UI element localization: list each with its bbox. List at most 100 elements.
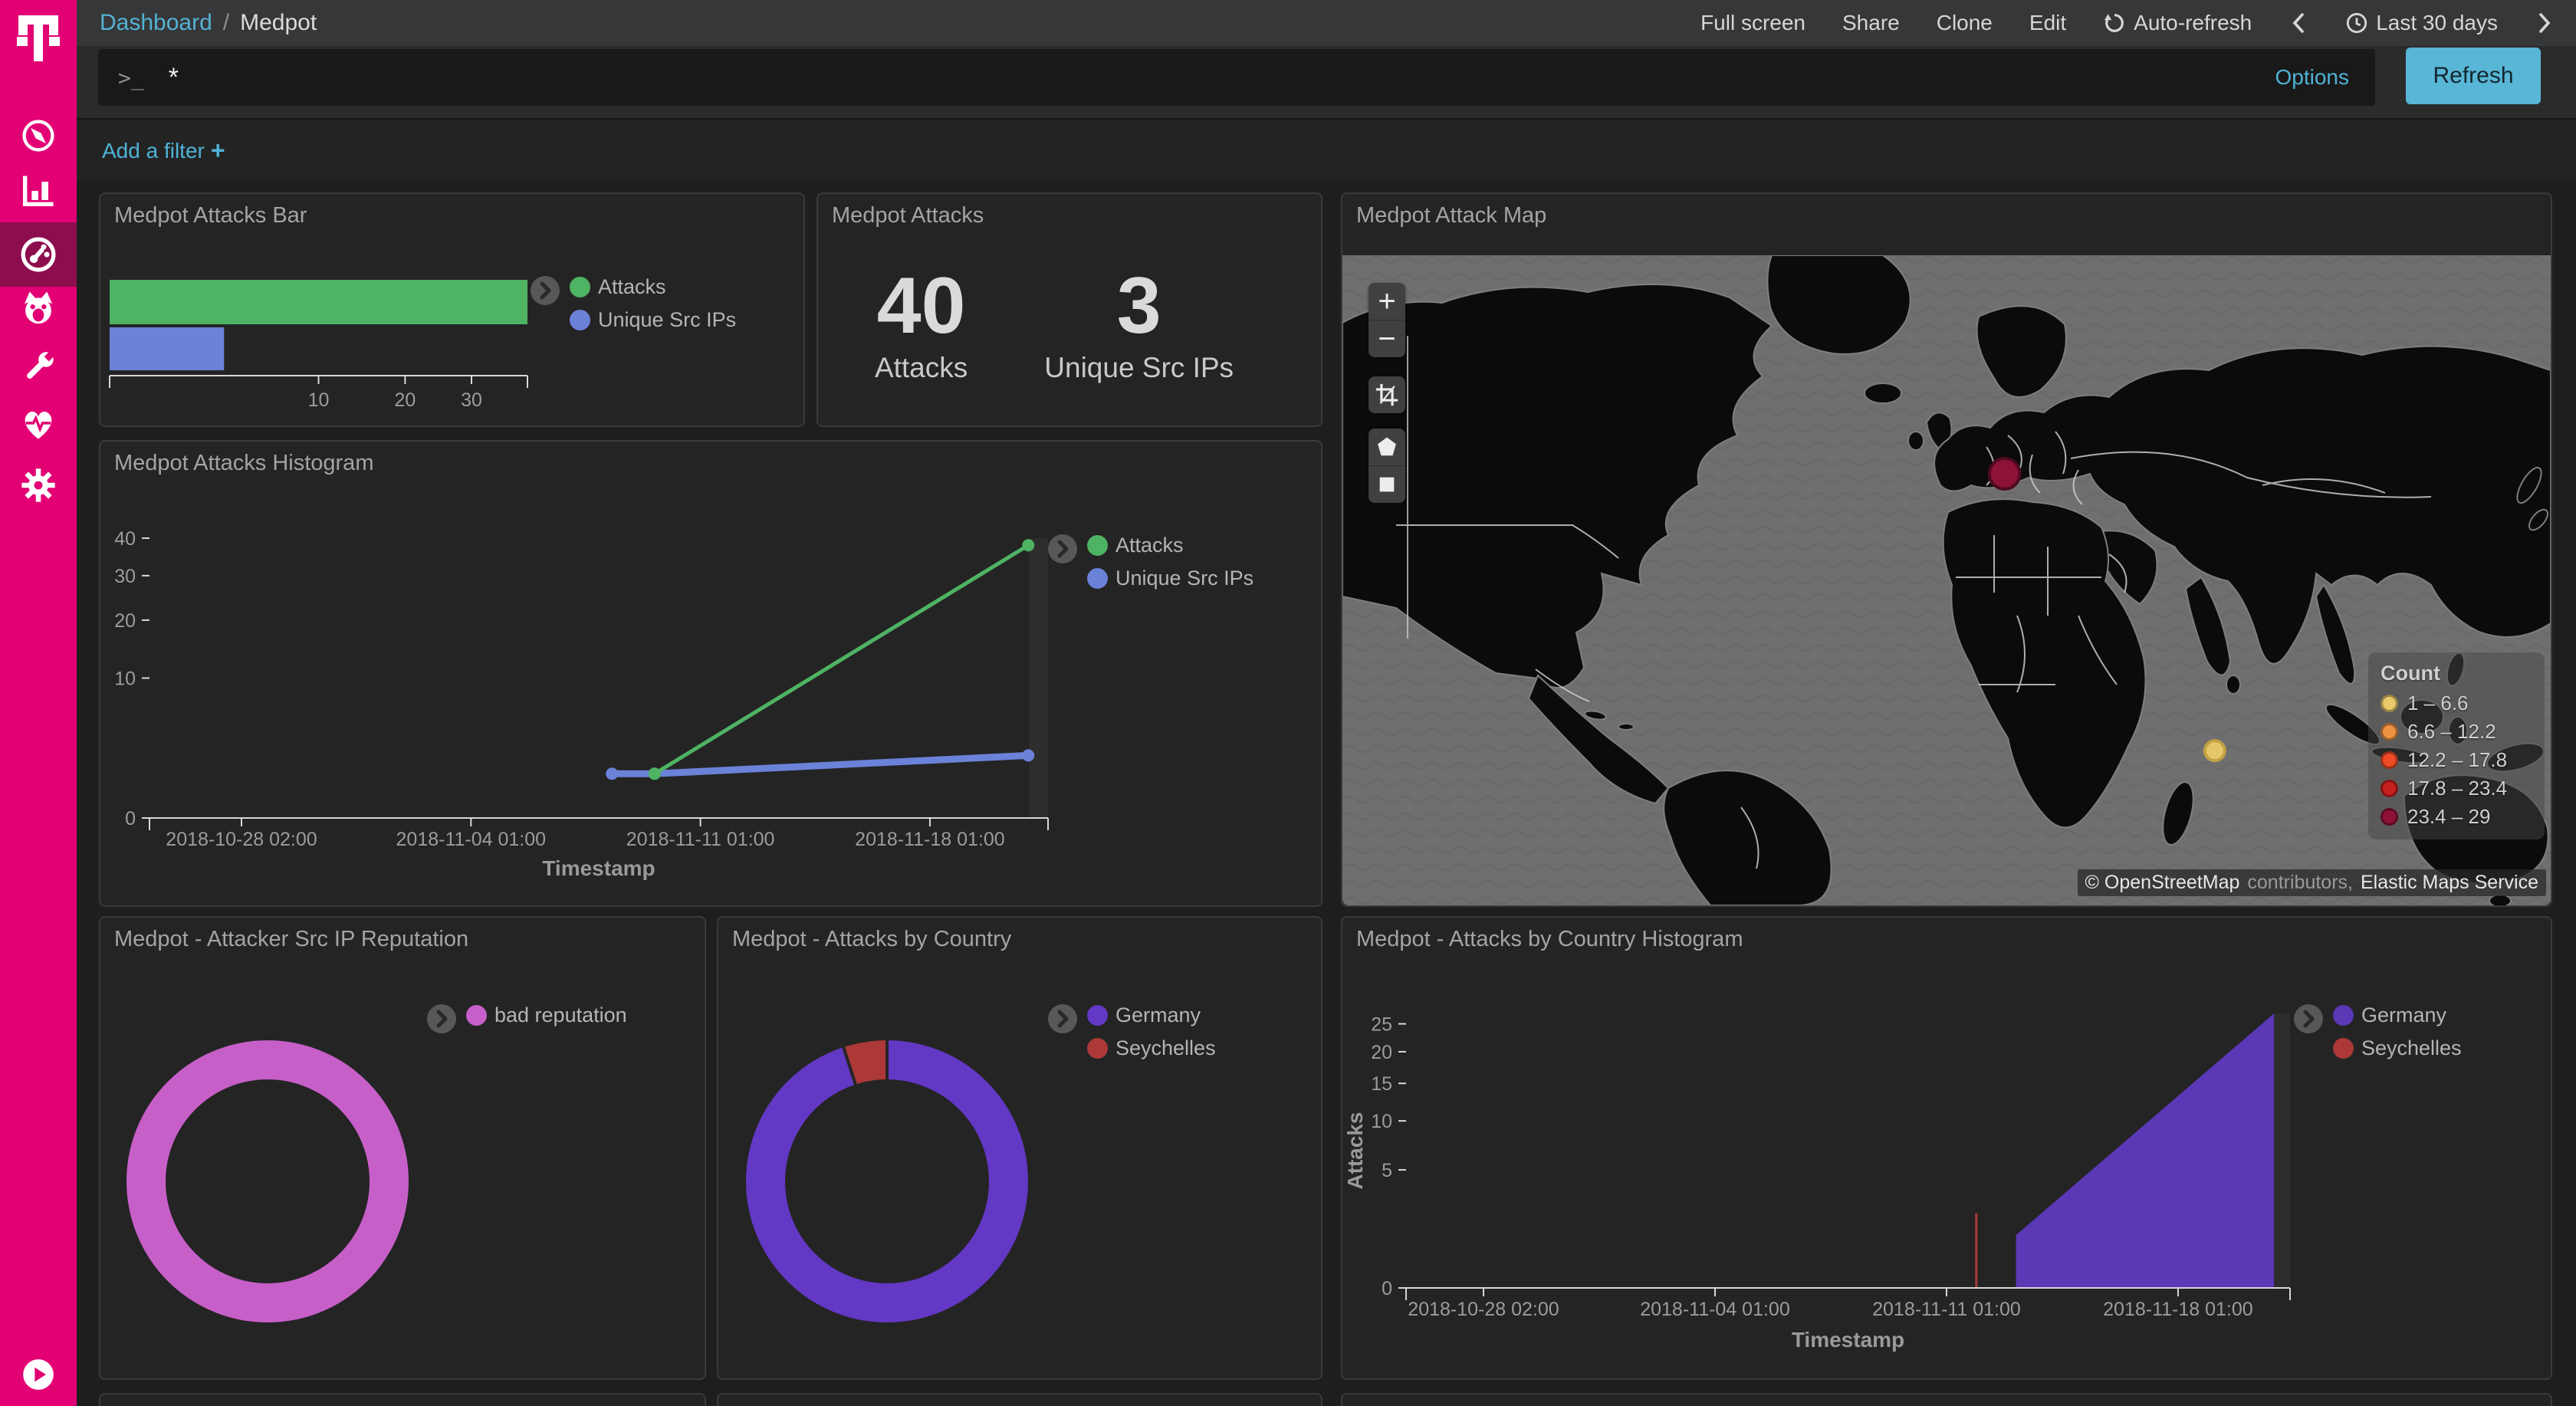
- area-series-Germany: [2016, 1013, 2274, 1288]
- y-tick-label: 0: [125, 808, 136, 829]
- legend-item-attacks[interactable]: Attacks: [570, 275, 736, 299]
- refresh-button[interactable]: Refresh: [2406, 48, 2541, 104]
- auto-refresh-button[interactable]: Auto-refresh: [2103, 11, 2252, 35]
- kibana-dashboard-app: Dashboard / Medpot Full screen Share Clo…: [0, 0, 2576, 1406]
- legend: Germany Seychelles: [1047, 1004, 1216, 1060]
- elastic-maps-service-link[interactable]: Elastic Maps Service: [2361, 872, 2538, 894]
- panel-attacks-metric: Medpot Attacks 40 Attacks 3 Unique Src I…: [816, 192, 1322, 427]
- range-dot: [2380, 780, 2398, 797]
- data-point: [1022, 749, 1034, 761]
- top-nav-bar: Dashboard / Medpot Full screen Share Clo…: [77, 0, 2576, 46]
- legend-toggle-icon[interactable]: [1047, 1004, 1078, 1034]
- legend-item-germany[interactable]: Germany: [2333, 1004, 2462, 1027]
- clone-button[interactable]: Clone: [1937, 11, 1993, 35]
- y-tick-label: 40: [114, 528, 136, 550]
- data-point: [649, 767, 661, 780]
- chevron-left-icon: [2288, 11, 2308, 34]
- sidebar-item-visualize[interactable]: [0, 163, 77, 219]
- attribution-text: contributors,: [2247, 872, 2353, 894]
- legend-toggle-icon[interactable]: [1047, 534, 1078, 564]
- legend-title: Count: [2380, 662, 2532, 685]
- map-zoom-in-button[interactable]: +: [1368, 283, 1405, 320]
- sidebar-collapse-button[interactable]: [0, 1346, 77, 1403]
- map-draw-polygon-button[interactable]: [1368, 429, 1405, 465]
- sidebar-item-discover[interactable]: [0, 107, 77, 164]
- y-tick-label: 0: [1382, 1278, 1392, 1299]
- y-tick-label: 30: [114, 566, 136, 587]
- polygon-icon: [1375, 435, 1398, 458]
- legend: Attacks Unique Src IPs: [530, 275, 736, 332]
- legend-swatch: [2333, 1005, 2354, 1026]
- gear-icon: [18, 465, 58, 505]
- legend-item-seychelles[interactable]: Seychelles: [1087, 1036, 1216, 1060]
- chevron-right-icon: [2535, 11, 2555, 34]
- legend-item-germany[interactable]: Germany: [1087, 1004, 1216, 1027]
- query-options-link[interactable]: Options: [2275, 65, 2350, 90]
- bar-Attacks: [110, 280, 527, 324]
- metric-unique-src-ips: 3 Unique Src IPs: [1044, 266, 1234, 384]
- legend-item-bad-reputation[interactable]: bad reputation: [466, 1004, 627, 1027]
- x-tick-label: 2018-11-04 01:00: [396, 829, 547, 850]
- x-tick-label: 10: [308, 389, 330, 411]
- breadcrumb-dashboard-link[interactable]: Dashboard: [100, 10, 212, 36]
- legend-range-row: 23.4 – 29: [2380, 805, 2532, 829]
- openstreetmap-link[interactable]: © OpenStreetMap: [2085, 872, 2240, 894]
- y-tick-label: 25: [1371, 1014, 1392, 1036]
- legend-item-attacks[interactable]: Attacks: [1087, 534, 1254, 557]
- partial-bucket-endzone: [1029, 538, 1048, 818]
- legend-item-unique-src-ips[interactable]: Unique Src IPs: [1087, 567, 1254, 590]
- plus-icon: +: [211, 136, 225, 165]
- range-dot: [2380, 723, 2398, 741]
- filter-bar: Add a filter +: [77, 118, 2576, 181]
- metric-attacks: 40 Attacks: [875, 266, 968, 384]
- map-fit-control: [1368, 376, 1405, 413]
- query-input[interactable]: [167, 62, 2275, 94]
- y-tick-label: 10: [114, 669, 136, 690]
- legend: Germany Seychelles: [2293, 1004, 2462, 1060]
- series-line-Attacks: [655, 545, 1028, 774]
- share-button[interactable]: Share: [1842, 11, 1900, 35]
- legend-toggle-icon[interactable]: [426, 1004, 457, 1034]
- sidebar-item-monitoring[interactable]: [0, 396, 77, 452]
- sidebar-item-management[interactable]: [0, 457, 77, 514]
- map-count-legend: Count 1 – 6.6 6.6 – 12.2 12.2 – 17.8 17.…: [2368, 652, 2545, 839]
- telekom-t-logo: [0, 6, 77, 75]
- map-draw-rectangle-button[interactable]: [1368, 465, 1405, 503]
- legend-item-seychelles[interactable]: Seychelles: [2333, 1036, 2462, 1060]
- legend-toggle-icon[interactable]: [530, 275, 560, 306]
- query-bar: >_ Options Refresh: [77, 46, 2576, 118]
- attack-dot-Seychelles cluster 1-6.6: [2205, 741, 2225, 760]
- edit-button[interactable]: Edit: [2029, 11, 2066, 35]
- sidebar-item-dev-tools[interactable]: [0, 339, 77, 396]
- metric-label: Unique Src IPs: [1044, 352, 1234, 384]
- legend-range-row: 12.2 – 17.8: [2380, 748, 2532, 772]
- y-axis-label: Attacks: [1343, 1112, 1367, 1189]
- legend-range-row: 1 – 6.6: [2380, 692, 2532, 715]
- legend-item-unique-src-ips[interactable]: Unique Src IPs: [570, 308, 736, 332]
- time-forward-button[interactable]: [2535, 11, 2555, 34]
- legend-toggle-icon[interactable]: [2293, 1004, 2324, 1034]
- crop-icon: [1374, 382, 1400, 408]
- map-fit-bounds-button[interactable]: [1368, 376, 1405, 413]
- donut-slice-bad reputation: [146, 1060, 389, 1303]
- range-dot: [2380, 695, 2398, 712]
- panel-title[interactable]: Medpot Attack Map: [1356, 203, 1546, 228]
- world-map[interactable]: + − Count 1 – 6.6: [1342, 255, 2551, 905]
- sidebar-item-dashboard[interactable]: [0, 222, 77, 287]
- series-line-Unique Src IPs: [612, 755, 1028, 774]
- wrench-icon: [18, 347, 58, 387]
- x-tick-label: 20: [394, 389, 416, 411]
- legend-swatch: [2333, 1038, 2354, 1059]
- panel-stub: [99, 1393, 706, 1406]
- country-donut-chart: [718, 918, 1321, 1378]
- time-back-button[interactable]: [2288, 11, 2308, 34]
- y-tick-label: 5: [1382, 1160, 1392, 1181]
- metric-group: 40 Attacks 3 Unique Src IPs: [818, 225, 1321, 425]
- map-zoom-out-button[interactable]: −: [1368, 320, 1405, 357]
- legend-range-row: 17.8 – 23.4: [2380, 777, 2532, 800]
- sidebar-item-timelion[interactable]: [0, 281, 77, 337]
- full-screen-button[interactable]: Full screen: [1700, 11, 1806, 35]
- time-picker-button[interactable]: Last 30 days: [2345, 11, 2498, 35]
- query-input-box[interactable]: >_ Options: [98, 49, 2375, 106]
- add-filter-button[interactable]: Add a filter +: [102, 136, 225, 165]
